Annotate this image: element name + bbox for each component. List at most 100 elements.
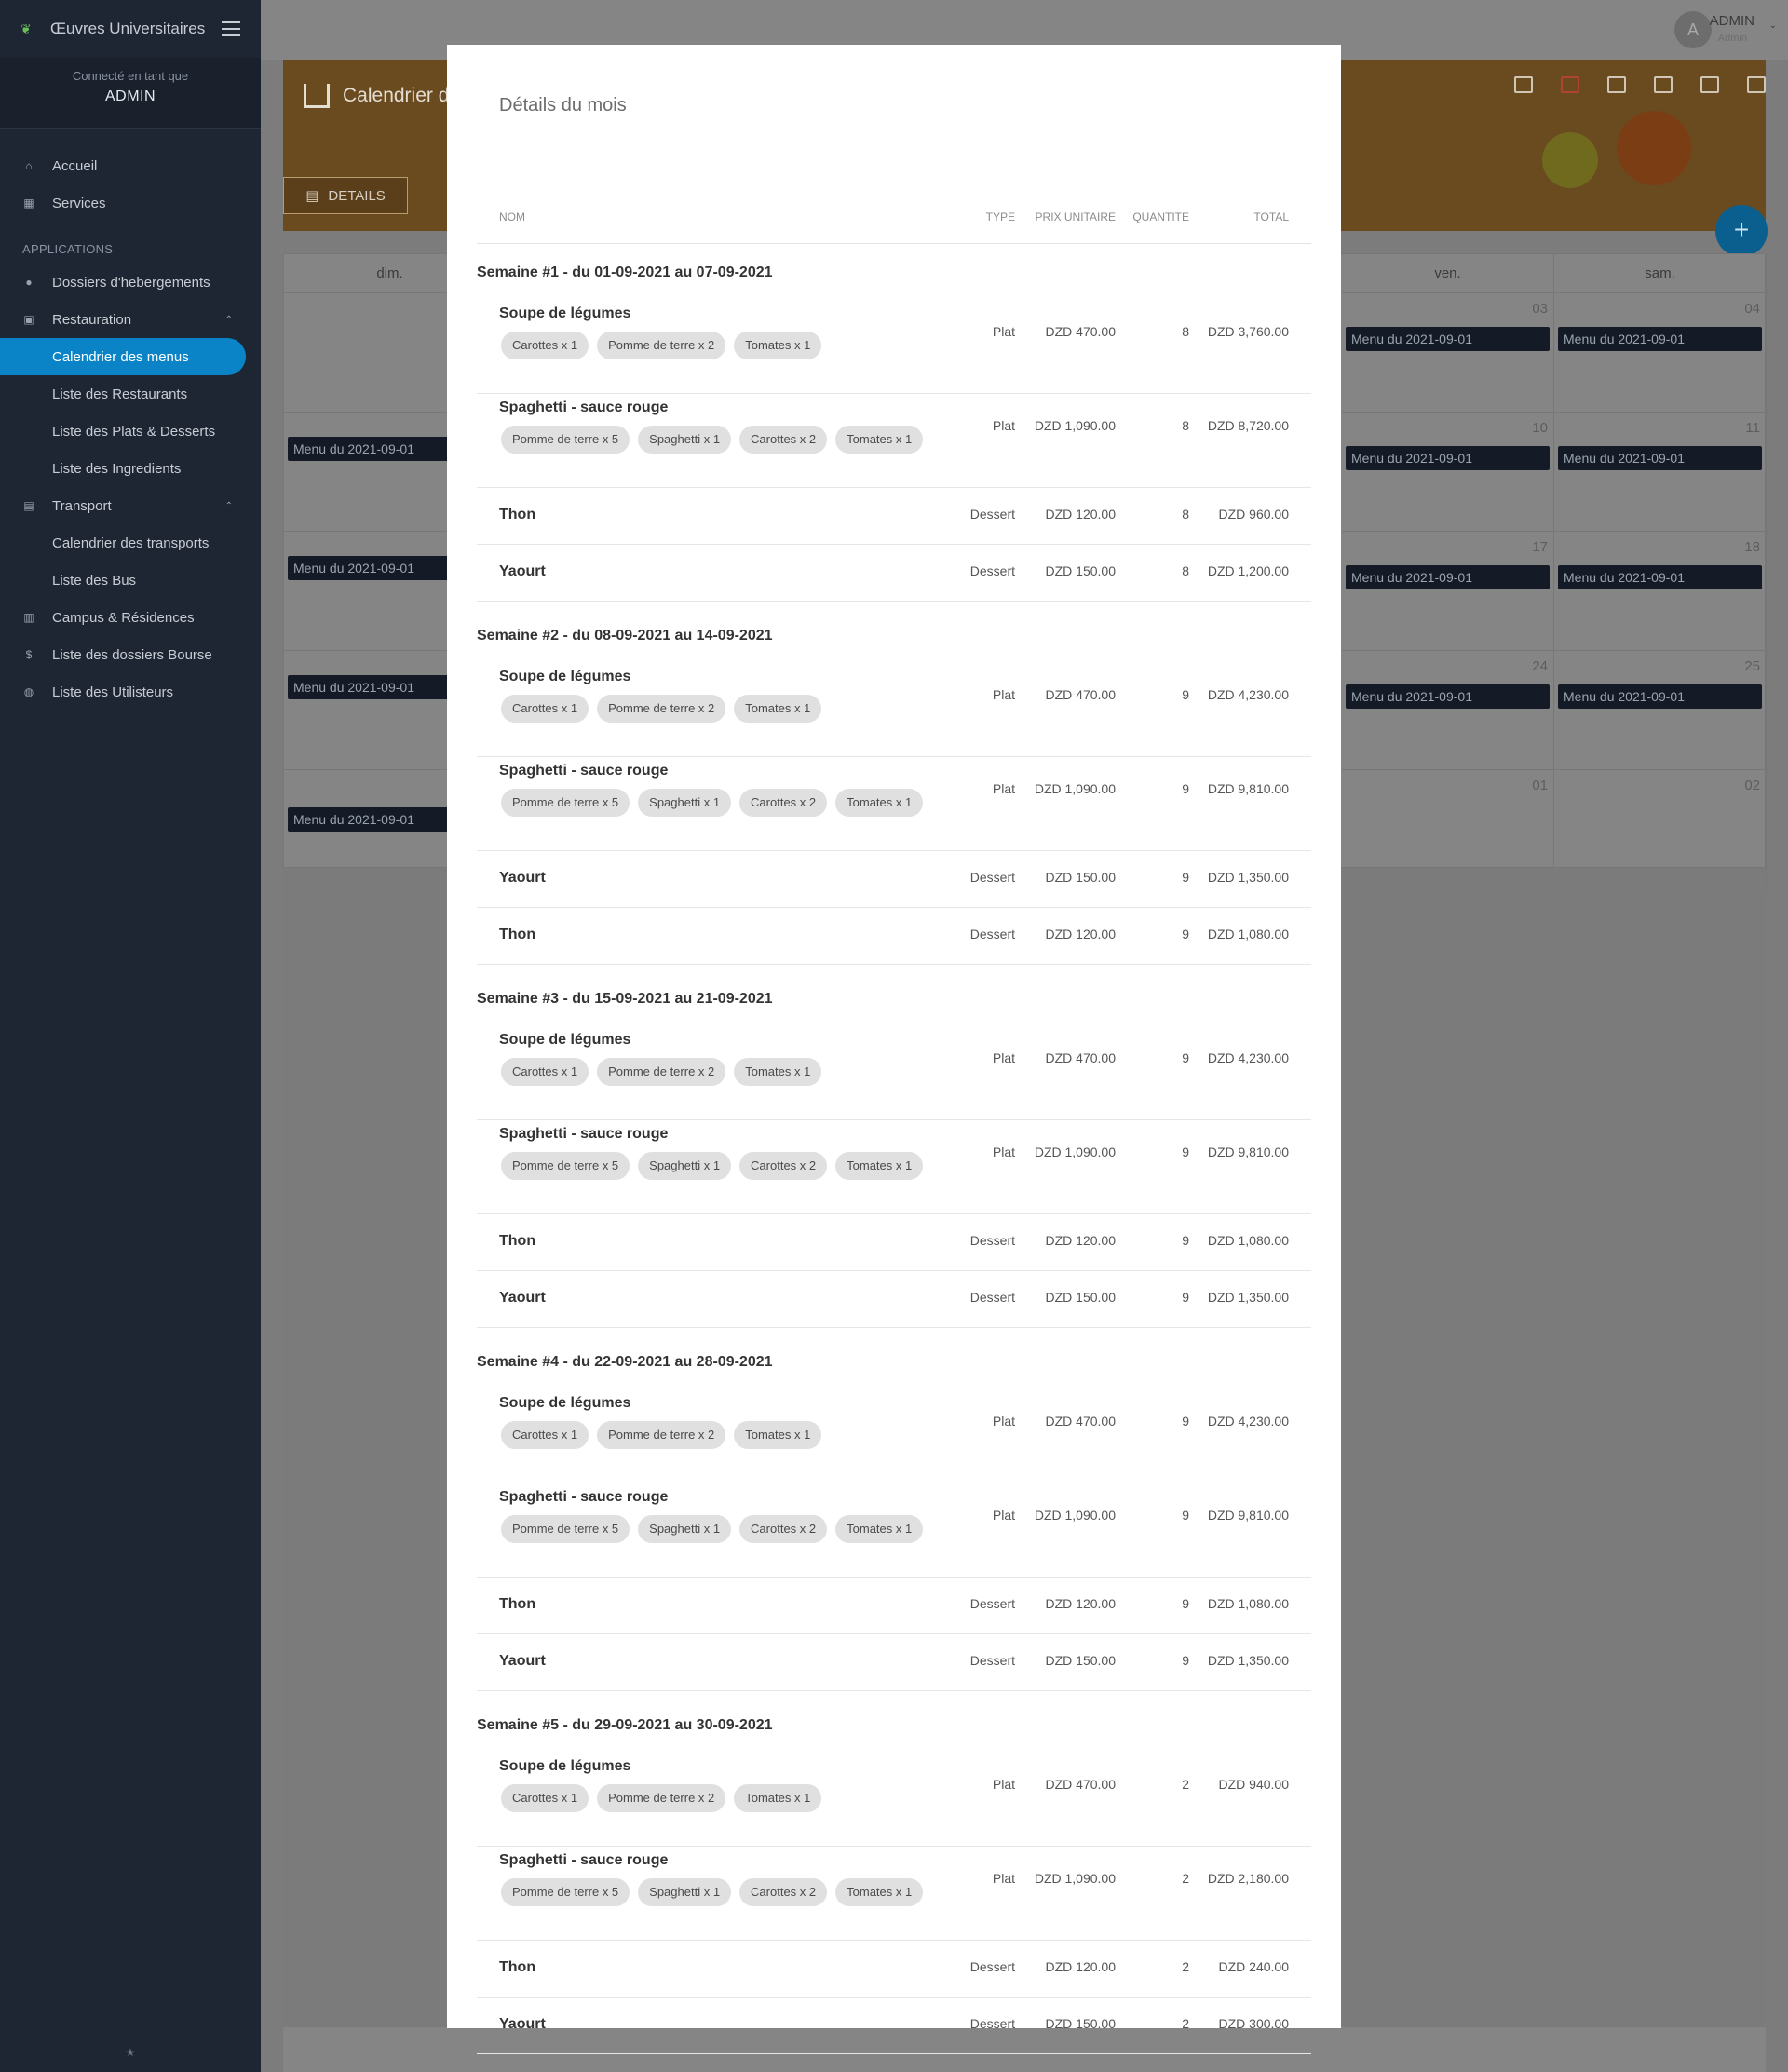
week-view-icon[interactable]: [1607, 76, 1626, 93]
calendar-cell[interactable]: 17 Menu du 2021-09-01: [1342, 532, 1554, 651]
sidebar-app-item-7[interactable]: Calendrier des transports: [0, 524, 261, 562]
sidebar-item-label: Liste des Plats & Desserts: [52, 423, 216, 440]
calendar-cell[interactable]: 11 Menu du 2021-09-01: [1554, 413, 1767, 532]
calendar-day-number: 25: [1744, 658, 1760, 674]
sidebar-app-item-5[interactable]: Liste des Ingredients: [0, 450, 261, 487]
sidebar-item-label: Services: [52, 195, 106, 211]
calendar-event[interactable]: Menu du 2021-09-01: [1346, 327, 1550, 351]
main-nav: ⌂ Accueil ▦ Services: [0, 147, 261, 222]
item-name: Thon: [499, 1959, 536, 1975]
item-price: DZD 150.00: [1045, 1290, 1116, 1305]
sidebar-app-item-10[interactable]: $ Liste des dossiers Bourse: [0, 636, 261, 673]
item-quantity: 8: [1182, 324, 1189, 339]
sidebar-item-label: Calendrier des transports: [52, 535, 210, 551]
ingredient-chip: Pomme de terre x 2: [597, 1421, 726, 1449]
month-view-icon[interactable]: [1561, 76, 1579, 93]
calendar-cell[interactable]: 03 Menu du 2021-09-01: [1342, 293, 1554, 413]
item-price: DZD 470.00: [1045, 1050, 1116, 1065]
table-row: Spaghetti - sauce rouge Pomme de terre x …: [477, 757, 1311, 851]
table-row: Soupe de légumes Carottes x 1 Pomme de ter…: [477, 1753, 1311, 1847]
week-title: Semaine #1 - du 01-09-2021 au 07-09-2021: [477, 264, 773, 280]
ingredient-chip: Carottes x 1: [501, 332, 589, 359]
ingredient-chip: Carottes x 2: [739, 426, 828, 454]
item-quantity: 9: [1182, 1653, 1189, 1668]
calendar-event[interactable]: Menu du 2021-09-01: [1346, 565, 1550, 589]
sidebar-item-1[interactable]: ▦ Services: [0, 184, 261, 222]
table-row: Yaourt Dessert DZD 150.00 8 DZD 1,200.00: [477, 545, 1311, 602]
item-price: DZD 1,090.00: [1034, 1508, 1116, 1523]
item-type: Plat: [992, 418, 1015, 433]
ingredient-chip: Spaghetti x 1: [638, 426, 732, 454]
item-total: DZD 4,230.00: [1207, 1050, 1289, 1065]
month-details-modal: Détails du mois NOM TYPE PRIX UNITAIRE Q…: [447, 45, 1341, 2054]
ingredient-chip: Pomme de terre x 2: [597, 1784, 726, 1812]
avatar[interactable]: A: [1674, 11, 1712, 48]
user-icon: ●: [25, 276, 33, 289]
calendar-day-number: 10: [1532, 420, 1548, 436]
sidebar-app-item-11[interactable]: ◍ Liste des Utilisteurs: [0, 673, 261, 711]
calendar-event[interactable]: Menu du 2021-09-01: [1558, 446, 1762, 470]
sidebar-app-item-1[interactable]: ▣ Restauration ⌃: [0, 301, 261, 338]
details-button[interactable]: ▤ DETAILS: [283, 177, 408, 214]
hero-decoration: [1542, 132, 1598, 188]
restaurant-icon: [304, 84, 330, 108]
item-name: Spaghetti - sauce rouge: [499, 400, 669, 415]
ingredient-chip: Spaghetti x 1: [638, 1878, 732, 1906]
ingredient-list: Carottes x 1 Pomme de terre x 2 Tomates x …: [501, 1058, 822, 1086]
sidebar-app-item-2[interactable]: Calendrier des menus: [0, 338, 246, 375]
add-button[interactable]: +: [1715, 205, 1768, 257]
ingredient-chip: Tomates x 1: [835, 789, 924, 817]
calendar-cell[interactable]: 04 Menu du 2021-09-01: [1554, 293, 1767, 413]
col-nom: NOM: [499, 210, 525, 223]
item-quantity: 9: [1182, 781, 1189, 796]
sidebar-app-item-4[interactable]: Liste des Plats & Desserts: [0, 413, 261, 450]
item-type: Dessert: [969, 927, 1015, 941]
calendar-cell[interactable]: 10 Menu du 2021-09-01: [1342, 413, 1554, 532]
ingredient-chip: Pomme de terre x 2: [597, 332, 726, 359]
sidebar-item-0[interactable]: ⌂ Accueil: [0, 147, 261, 184]
calendar-day-header: ven.: [1342, 254, 1554, 293]
calendar-event[interactable]: Menu du 2021-09-01: [1346, 684, 1550, 709]
ingredient-chip: Pomme de terre x 5: [501, 1515, 630, 1543]
calendar-day-number: 02: [1744, 778, 1760, 793]
bus-icon: ▤: [23, 499, 34, 512]
sidebar-app-item-3[interactable]: Liste des Restaurants: [0, 375, 261, 413]
day-view-icon[interactable]: [1654, 76, 1673, 93]
chevron-down-icon[interactable]: ⌄: [1769, 20, 1777, 31]
sidebar-app-item-0[interactable]: ● Dossiers d'hebergements: [0, 264, 261, 301]
page-title: Calendrier des: [304, 84, 470, 108]
topbar-user-name[interactable]: ADMIN: [1710, 13, 1754, 29]
calendar-event[interactable]: Menu du 2021-09-01: [1346, 446, 1550, 470]
calendar-event[interactable]: Menu du 2021-09-01: [1558, 327, 1762, 351]
item-name: Yaourt: [499, 563, 546, 579]
item-type: Dessert: [969, 1959, 1015, 1974]
sidebar-app-item-6[interactable]: ▤ Transport ⌃: [0, 487, 261, 524]
calendar-event[interactable]: Menu du 2021-09-01: [1558, 684, 1762, 709]
ingredient-list: Pomme de terre x 5 Spaghetti x 1 Carottes …: [501, 426, 924, 454]
calendar-day-header: sam.: [1554, 254, 1767, 293]
item-price: DZD 470.00: [1045, 1414, 1116, 1429]
calendar-cell[interactable]: 25 Menu du 2021-09-01: [1554, 651, 1767, 770]
item-quantity: 9: [1182, 687, 1189, 702]
calendar-event[interactable]: Menu du 2021-09-01: [1558, 565, 1762, 589]
calendar-view-icon[interactable]: [1514, 76, 1533, 93]
menu-toggle-icon[interactable]: [222, 21, 240, 36]
item-quantity: 2: [1182, 1871, 1189, 1886]
ingredient-chip: Tomates x 1: [734, 1421, 822, 1449]
ingredient-chip: Tomates x 1: [835, 426, 924, 454]
calendar-cell[interactable]: 24 Menu du 2021-09-01: [1342, 651, 1554, 770]
ingredient-list: Pomme de terre x 5 Spaghetti x 1 Carottes …: [501, 1878, 924, 1906]
col-prix: PRIX UNITAIRE: [1035, 210, 1116, 223]
ingredient-chip: Carottes x 1: [501, 1784, 589, 1812]
sidebar-item-label: Dossiers d'hebergements: [52, 274, 210, 291]
item-type: Dessert: [969, 507, 1015, 521]
list-view-icon[interactable]: [1700, 76, 1719, 93]
item-total: DZD 300.00: [1218, 2016, 1289, 2031]
calendar-cell[interactable]: 18 Menu du 2021-09-01: [1554, 532, 1767, 651]
sidebar-app-item-8[interactable]: Liste des Bus: [0, 562, 261, 599]
item-total: DZD 1,080.00: [1207, 1596, 1289, 1611]
sidebar-app-item-9[interactable]: ▥ Campus & Résidences: [0, 599, 261, 636]
item-total: DZD 1,080.00: [1207, 927, 1289, 941]
item-quantity: 9: [1182, 1233, 1189, 1248]
agenda-view-icon[interactable]: [1747, 76, 1766, 93]
